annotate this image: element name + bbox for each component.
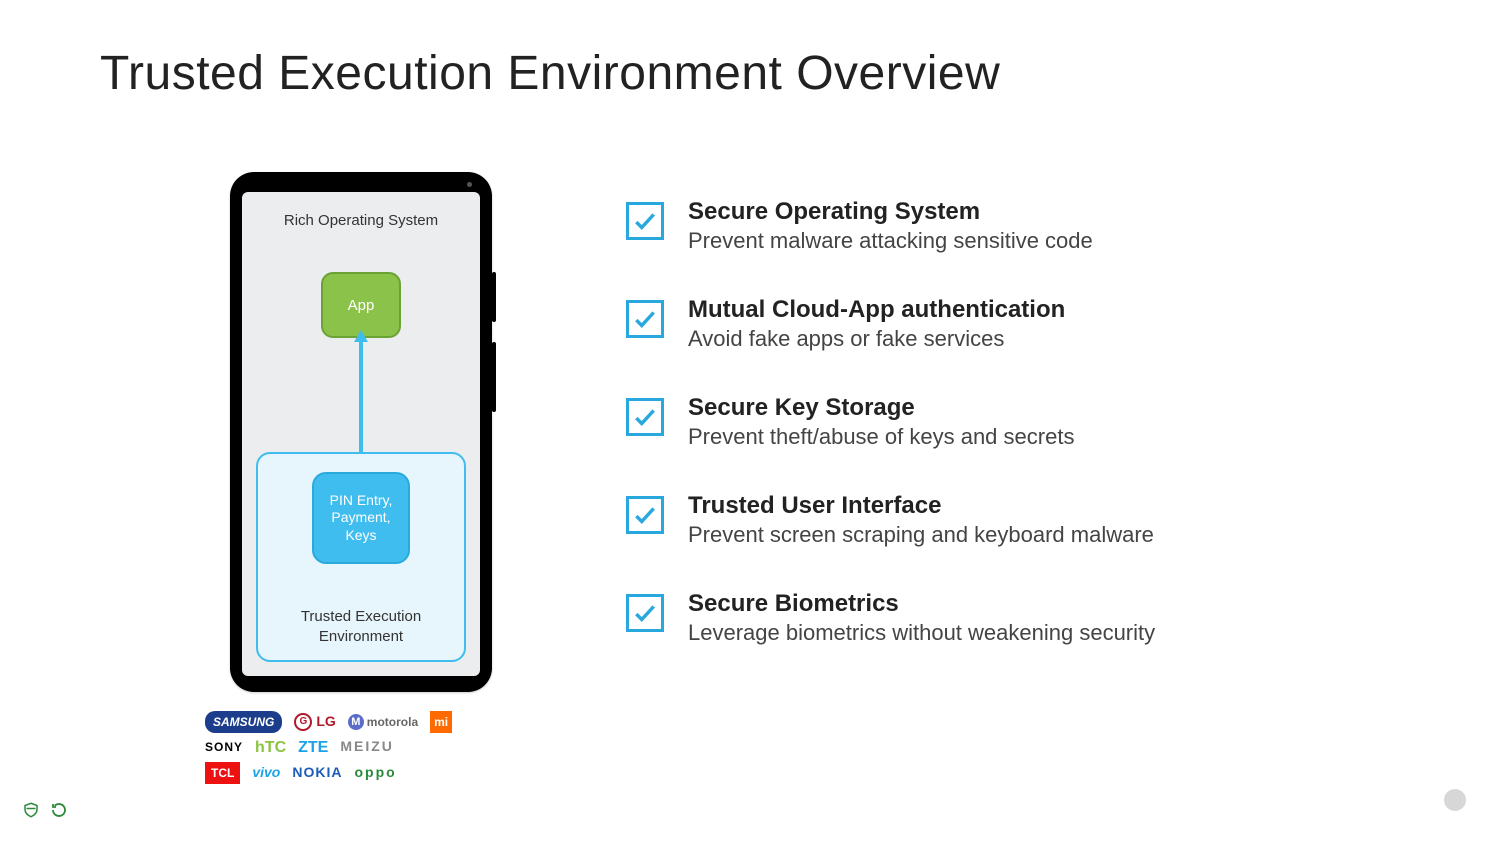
phone-diagram: Rich Operating System App PIN Entry, Pay… xyxy=(230,172,492,692)
shield-icon xyxy=(22,801,40,819)
phone-screen: Rich Operating System App PIN Entry, Pay… xyxy=(242,192,480,676)
feature-title: Secure Key Storage xyxy=(688,394,1074,422)
pin-box: PIN Entry, Payment, Keys xyxy=(312,472,410,564)
slide-title: Trusted Execution Environment Overview xyxy=(100,46,1000,101)
app-box: App xyxy=(321,272,401,338)
feature-desc: Prevent theft/abuse of keys and secrets xyxy=(688,424,1074,450)
check-icon xyxy=(626,594,664,632)
logo-mi: mi xyxy=(430,711,452,733)
logo-zte: ZTE xyxy=(298,734,328,761)
bidirectional-arrow-icon xyxy=(359,340,363,466)
refresh-icon xyxy=(50,801,68,819)
feature-title: Mutual Cloud-App authentication xyxy=(688,296,1065,324)
logo-meizu: MEIZU xyxy=(340,735,394,759)
feature-item: Secure Operating System Prevent malware … xyxy=(626,198,1440,254)
phone-side-button-1 xyxy=(492,272,496,322)
feature-item: Trusted User Interface Prevent screen sc… xyxy=(626,492,1440,548)
footer-icons xyxy=(22,801,68,819)
logo-motorola: Mmotorola xyxy=(348,712,418,732)
feature-title: Secure Operating System xyxy=(688,198,1093,226)
feature-title: Secure Biometrics xyxy=(688,590,1155,618)
page-indicator xyxy=(1444,789,1466,811)
phone-camera-icon xyxy=(467,182,472,187)
tee-label: Trusted Execution Environment xyxy=(258,607,464,646)
feature-item: Secure Biometrics Leverage biometrics wi… xyxy=(626,590,1440,646)
check-icon xyxy=(626,202,664,240)
brand-logos: SAMSUNG GLG Mmotorola mi SONY hTC ZTE ME… xyxy=(205,710,515,785)
feature-desc: Avoid fake apps or fake services xyxy=(688,326,1065,352)
rich-os-label: Rich Operating System xyxy=(242,212,480,229)
feature-item: Mutual Cloud-App authentication Avoid fa… xyxy=(626,296,1440,352)
logo-vivo: vivo xyxy=(252,761,280,785)
check-icon xyxy=(626,398,664,436)
feature-desc: Leverage biometrics without weakening se… xyxy=(688,620,1155,646)
logo-lg: GLG xyxy=(294,710,335,734)
logo-samsung: SAMSUNG xyxy=(205,711,282,733)
feature-desc: Prevent screen scraping and keyboard mal… xyxy=(688,522,1154,548)
logo-tcl: TCL xyxy=(205,762,240,784)
logo-oppo: oppo xyxy=(354,761,396,785)
feature-item: Secure Key Storage Prevent theft/abuse o… xyxy=(626,394,1440,450)
logo-nokia: NOKIA xyxy=(292,761,342,785)
feature-desc: Prevent malware attacking sensitive code xyxy=(688,228,1093,254)
check-icon xyxy=(626,496,664,534)
feature-list: Secure Operating System Prevent malware … xyxy=(626,198,1440,688)
phone-body: Rich Operating System App PIN Entry, Pay… xyxy=(230,172,492,692)
check-icon xyxy=(626,300,664,338)
tee-box: PIN Entry, Payment, Keys Trusted Executi… xyxy=(256,452,466,662)
feature-title: Trusted User Interface xyxy=(688,492,1154,520)
logo-sony: SONY xyxy=(205,737,243,757)
slide: Trusted Execution Environment Overview R… xyxy=(0,0,1500,841)
logo-htc: hTC xyxy=(255,734,286,761)
phone-side-button-2 xyxy=(492,342,496,412)
